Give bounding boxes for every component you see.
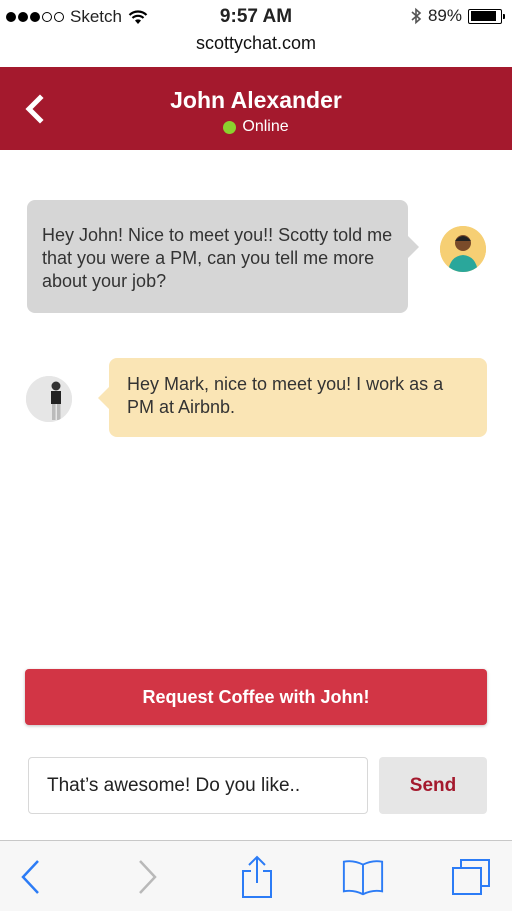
bluetooth-icon: [411, 7, 422, 25]
back-icon: [21, 860, 39, 894]
user-avatar-icon: [440, 226, 486, 272]
browser-bookmarks-button[interactable]: [341, 855, 385, 899]
share-icon: [242, 855, 272, 898]
url-bar[interactable]: scottychat.com: [0, 33, 512, 54]
bookmarks-icon: [342, 860, 384, 896]
status-right: 89%: [410, 6, 505, 26]
avatar: [440, 226, 486, 272]
battery-icon: [468, 8, 505, 24]
contact-avatar-icon: [26, 376, 72, 422]
battery-fill: [470, 11, 497, 21]
status-label: Online: [242, 118, 289, 135]
message-input[interactable]: [28, 757, 368, 814]
status-bar: Sketch 9:57 AM 89%: [0, 0, 512, 34]
browser-toolbar: [0, 840, 512, 911]
forward-icon: [139, 860, 157, 894]
message-bubble-sent: Hey John! Nice to meet you!! Scotty told…: [27, 200, 419, 313]
contact-status: Online: [0, 118, 512, 136]
request-coffee-button[interactable]: Request Coffee with John!: [25, 669, 487, 725]
message-bubble-received: Hey Mark, nice to meet you! I work as a …: [98, 358, 487, 437]
avatar: [26, 376, 72, 422]
browser-tabs-button[interactable]: [449, 855, 493, 899]
browser-back-button[interactable]: [9, 855, 53, 899]
send-button[interactable]: Send: [379, 757, 487, 814]
battery-percent: 89%: [427, 6, 462, 25]
browser-forward-button[interactable]: [125, 855, 169, 899]
tabs-icon: [452, 859, 490, 895]
online-indicator-icon: [223, 120, 237, 134]
contact-name: John Alexander: [170, 87, 342, 113]
chat-header: John Alexander Online: [0, 67, 512, 150]
browser-share-button[interactable]: [235, 855, 279, 899]
